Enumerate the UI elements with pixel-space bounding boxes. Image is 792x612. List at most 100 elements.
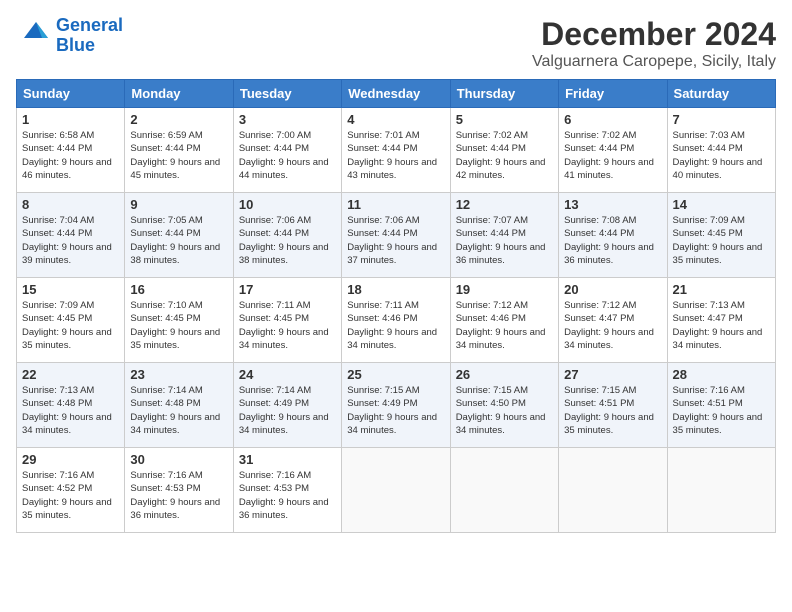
day-number: 17: [239, 282, 336, 297]
calendar-cell: 6 Sunrise: 7:02 AM Sunset: 4:44 PM Daylig…: [559, 108, 667, 193]
day-number: 4: [347, 112, 444, 127]
calendar-cell: 28 Sunrise: 7:16 AM Sunset: 4:51 PM Dayli…: [667, 363, 775, 448]
day-info: Sunrise: 7:16 AM Sunset: 4:53 PM Dayligh…: [130, 469, 227, 522]
calendar-cell: 14Sunrise: 7:09 AM Sunset: 4:45 PM Dayli…: [667, 193, 775, 278]
day-info: Sunrise: 7:02 AM Sunset: 4:44 PM Dayligh…: [456, 129, 553, 182]
calendar-cell: 31Sunrise: 7:16 AM Sunset: 4:53 PM Dayli…: [233, 448, 341, 533]
calendar-cell: 23 Sunrise: 7:14 AM Sunset: 4:48 PM Dayli…: [125, 363, 233, 448]
calendar-week-1: 1 Sunrise: 6:58 AM Sunset: 4:44 PM Daylig…: [17, 108, 776, 193]
calendar-cell: 21 Sunrise: 7:13 AM Sunset: 4:47 PM Dayli…: [667, 278, 775, 363]
day-info: Sunrise: 7:04 AM Sunset: 4:44 PM Dayligh…: [22, 214, 119, 267]
day-info: Sunrise: 6:59 AM Sunset: 4:44 PM Dayligh…: [130, 129, 227, 182]
day-info: Sunrise: 7:12 AM Sunset: 4:47 PM Dayligh…: [564, 299, 661, 352]
header-sunday: Sunday: [17, 80, 125, 108]
calendar-week-3: 15 Sunrise: 7:09 AM Sunset: 4:45 PM Dayli…: [17, 278, 776, 363]
day-number: 8: [22, 197, 119, 212]
calendar-cell: [450, 448, 558, 533]
day-info: Sunrise: 6:58 AM Sunset: 4:44 PM Dayligh…: [22, 129, 119, 182]
day-info: Sunrise: 7:15 AM Sunset: 4:51 PM Dayligh…: [564, 384, 661, 437]
day-number: 15: [22, 282, 119, 297]
day-number: 23: [130, 367, 227, 382]
calendar-cell: 3 Sunrise: 7:00 AM Sunset: 4:44 PM Daylig…: [233, 108, 341, 193]
day-number: 14: [673, 197, 770, 212]
month-title: December 2024: [532, 16, 776, 53]
day-info: Sunrise: 7:00 AM Sunset: 4:44 PM Dayligh…: [239, 129, 336, 182]
day-info: Sunrise: 7:11 AM Sunset: 4:45 PM Dayligh…: [239, 299, 336, 352]
calendar-cell: 25 Sunrise: 7:15 AM Sunset: 4:49 PM Dayli…: [342, 363, 450, 448]
header-friday: Friday: [559, 80, 667, 108]
day-number: 31: [239, 452, 336, 467]
calendar-cell: 19Sunrise: 7:12 AM Sunset: 4:46 PM Dayli…: [450, 278, 558, 363]
calendar-cell: 12 Sunrise: 7:07 AM Sunset: 4:44 PM Dayli…: [450, 193, 558, 278]
calendar-cell: 27 Sunrise: 7:15 AM Sunset: 4:51 PM Dayli…: [559, 363, 667, 448]
day-number: 1: [22, 112, 119, 127]
calendar-cell: 10 Sunrise: 7:06 AM Sunset: 4:44 PM Dayli…: [233, 193, 341, 278]
day-info: Sunrise: 7:15 AM Sunset: 4:49 PM Dayligh…: [347, 384, 444, 437]
day-number: 11: [347, 197, 444, 212]
calendar-cell: [559, 448, 667, 533]
calendar-cell: 16Sunrise: 7:10 AM Sunset: 4:45 PM Dayli…: [125, 278, 233, 363]
day-number: 10: [239, 197, 336, 212]
calendar-cell: [667, 448, 775, 533]
logo-text: General Blue: [56, 16, 123, 56]
day-number: 3: [239, 112, 336, 127]
day-number: 7: [673, 112, 770, 127]
calendar-cell: 24 Sunrise: 7:14 AM Sunset: 4:49 PM Dayli…: [233, 363, 341, 448]
header-tuesday: Tuesday: [233, 80, 341, 108]
calendar-cell: 15 Sunrise: 7:09 AM Sunset: 4:45 PM Dayli…: [17, 278, 125, 363]
day-number: 20: [564, 282, 661, 297]
calendar-week-2: 8 Sunrise: 7:04 AM Sunset: 4:44 PM Daylig…: [17, 193, 776, 278]
day-info: Sunrise: 7:05 AM Sunset: 4:44 PM Dayligh…: [130, 214, 227, 267]
page-header: General Blue December 2024 Valguarnera C…: [16, 16, 776, 71]
calendar-cell: 29 Sunrise: 7:16 AM Sunset: 4:52 PM Dayli…: [17, 448, 125, 533]
day-number: 18: [347, 282, 444, 297]
day-number: 26: [456, 367, 553, 382]
day-info: Sunrise: 7:03 AM Sunset: 4:44 PM Dayligh…: [673, 129, 770, 182]
day-number: 25: [347, 367, 444, 382]
logo-icon: [16, 18, 52, 54]
day-number: 29: [22, 452, 119, 467]
day-number: 12: [456, 197, 553, 212]
day-info: Sunrise: 7:12 AM Sunset: 4:46 PM Dayligh…: [456, 299, 553, 352]
calendar-cell: 17 Sunrise: 7:11 AM Sunset: 4:45 PM Dayli…: [233, 278, 341, 363]
day-info: Sunrise: 7:09 AM Sunset: 4:45 PM Dayligh…: [22, 299, 119, 352]
calendar-cell: 30Sunrise: 7:16 AM Sunset: 4:53 PM Dayli…: [125, 448, 233, 533]
day-info: Sunrise: 7:11 AM Sunset: 4:46 PM Dayligh…: [347, 299, 444, 352]
day-number: 9: [130, 197, 227, 212]
day-number: 28: [673, 367, 770, 382]
day-info: Sunrise: 7:02 AM Sunset: 4:44 PM Dayligh…: [564, 129, 661, 182]
day-number: 6: [564, 112, 661, 127]
day-number: 22: [22, 367, 119, 382]
header-saturday: Saturday: [667, 80, 775, 108]
calendar-cell: 9 Sunrise: 7:05 AM Sunset: 4:44 PM Daylig…: [125, 193, 233, 278]
location-title: Valguarnera Caropepe, Sicily, Italy: [532, 53, 776, 71]
day-info: Sunrise: 7:16 AM Sunset: 4:51 PM Dayligh…: [673, 384, 770, 437]
calendar-cell: 8 Sunrise: 7:04 AM Sunset: 4:44 PM Daylig…: [17, 193, 125, 278]
calendar-week-4: 22 Sunrise: 7:13 AM Sunset: 4:48 PM Dayli…: [17, 363, 776, 448]
day-info: Sunrise: 7:13 AM Sunset: 4:47 PM Dayligh…: [673, 299, 770, 352]
calendar-week-5: 29 Sunrise: 7:16 AM Sunset: 4:52 PM Dayli…: [17, 448, 776, 533]
day-number: 27: [564, 367, 661, 382]
calendar-cell: 1 Sunrise: 6:58 AM Sunset: 4:44 PM Daylig…: [17, 108, 125, 193]
day-info: Sunrise: 7:13 AM Sunset: 4:48 PM Dayligh…: [22, 384, 119, 437]
day-info: Sunrise: 7:16 AM Sunset: 4:52 PM Dayligh…: [22, 469, 119, 522]
day-info: Sunrise: 7:14 AM Sunset: 4:49 PM Dayligh…: [239, 384, 336, 437]
header-monday: Monday: [125, 80, 233, 108]
calendar-cell: 26Sunrise: 7:15 AM Sunset: 4:50 PM Dayli…: [450, 363, 558, 448]
calendar-cell: 13Sunrise: 7:08 AM Sunset: 4:44 PM Dayli…: [559, 193, 667, 278]
calendar-cell: 2 Sunrise: 6:59 AM Sunset: 4:44 PM Daylig…: [125, 108, 233, 193]
calendar-cell: 20 Sunrise: 7:12 AM Sunset: 4:47 PM Dayli…: [559, 278, 667, 363]
calendar-cell: 7 Sunrise: 7:03 AM Sunset: 4:44 PM Daylig…: [667, 108, 775, 193]
calendar-cell: 11 Sunrise: 7:06 AM Sunset: 4:44 PM Dayli…: [342, 193, 450, 278]
day-info: Sunrise: 7:06 AM Sunset: 4:44 PM Dayligh…: [347, 214, 444, 267]
day-info: Sunrise: 7:08 AM Sunset: 4:44 PM Dayligh…: [564, 214, 661, 267]
day-info: Sunrise: 7:14 AM Sunset: 4:48 PM Dayligh…: [130, 384, 227, 437]
logo: General Blue: [16, 16, 123, 56]
calendar-table: Sunday Monday Tuesday Wednesday Thursday…: [16, 79, 776, 533]
day-info: Sunrise: 7:06 AM Sunset: 4:44 PM Dayligh…: [239, 214, 336, 267]
day-number: 21: [673, 282, 770, 297]
day-number: 2: [130, 112, 227, 127]
day-info: Sunrise: 7:07 AM Sunset: 4:44 PM Dayligh…: [456, 214, 553, 267]
calendar-cell: 5Sunrise: 7:02 AM Sunset: 4:44 PM Daylig…: [450, 108, 558, 193]
day-number: 24: [239, 367, 336, 382]
